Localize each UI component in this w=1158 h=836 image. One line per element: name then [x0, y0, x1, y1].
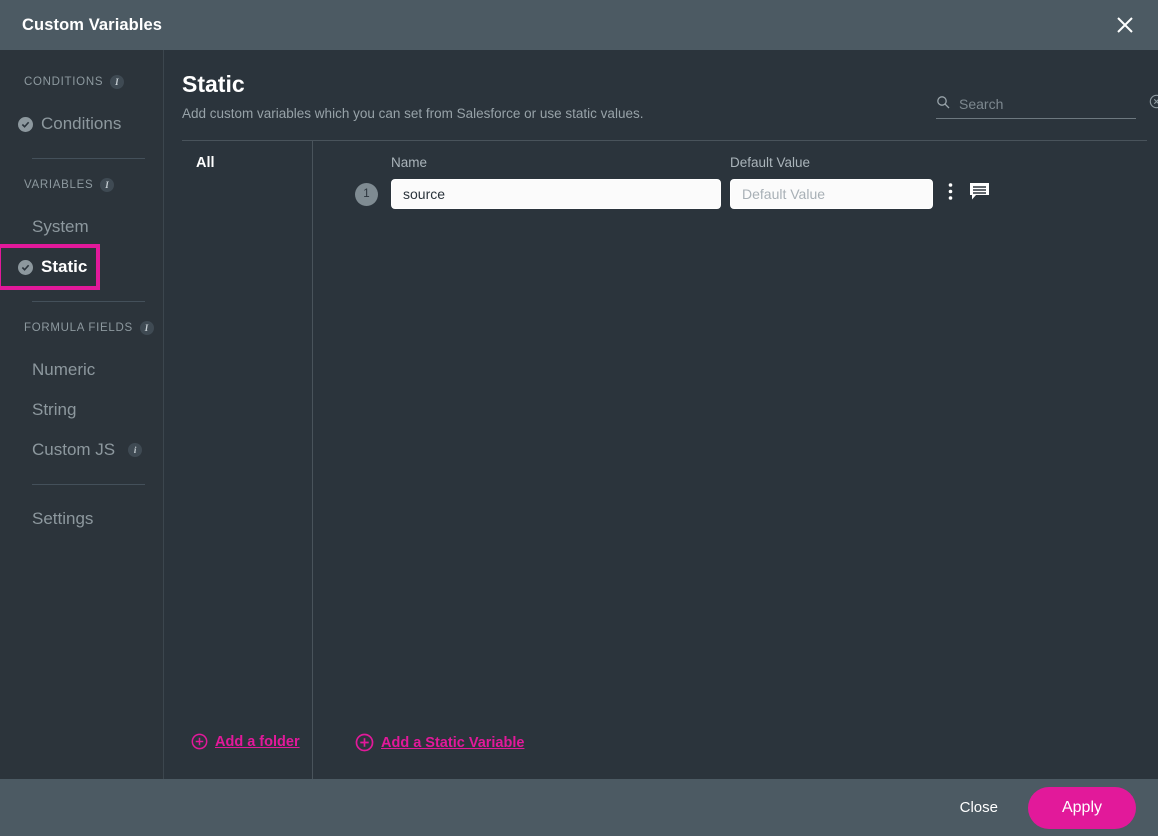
- dialog-footer: Close Apply: [0, 779, 1158, 836]
- sidebar-item-label: String: [32, 400, 76, 420]
- folder-column: All Add a folder: [182, 141, 313, 779]
- sidebar-group-conditions: CONDITIONS i: [0, 70, 163, 94]
- sidebar-item-label: Static: [41, 257, 87, 277]
- folder-item-all[interactable]: All: [182, 155, 312, 171]
- dialog-body: CONDITIONS i Conditions VARIABLES i Syst…: [0, 50, 1158, 779]
- apply-button[interactable]: Apply: [1028, 787, 1136, 829]
- table-row: 1: [355, 179, 1147, 209]
- sidebar: CONDITIONS i Conditions VARIABLES i Syst…: [0, 50, 164, 779]
- close-button[interactable]: Close: [944, 789, 1014, 826]
- sidebar-item-custom-js[interactable]: Custom JS i: [0, 430, 163, 470]
- custom-variables-dialog: Custom Variables CONDITIONS i Conditions: [0, 0, 1158, 836]
- variable-name-input[interactable]: [391, 179, 721, 209]
- sidebar-group-formula-fields: FORMULA FIELDS i: [0, 316, 163, 340]
- sidebar-item-settings[interactable]: Settings: [0, 499, 163, 539]
- add-static-variable-label: Add a Static Variable: [381, 735, 524, 751]
- dialog-title: Custom Variables: [22, 16, 162, 35]
- sidebar-group-label: CONDITIONS: [24, 76, 103, 88]
- sidebar-item-label: System: [32, 217, 89, 237]
- sidebar-divider: [32, 484, 145, 485]
- variable-default-value-input[interactable]: [730, 179, 933, 209]
- main-header-text: Static Add custom variables which you ca…: [182, 72, 643, 121]
- sidebar-divider: [32, 301, 145, 302]
- column-name-header: Name: [391, 155, 721, 170]
- sidebar-divider: [32, 158, 145, 159]
- close-icon[interactable]: [1106, 6, 1144, 44]
- info-icon[interactable]: i: [100, 178, 114, 192]
- sidebar-group-label: FORMULA FIELDS: [24, 322, 133, 334]
- add-static-variable-link[interactable]: Add a Static Variable: [355, 733, 524, 752]
- add-folder-label: Add a folder: [215, 734, 300, 750]
- page-subtitle: Add custom variables which you can set f…: [182, 106, 643, 121]
- table-footer: Add a Static Variable: [355, 733, 1147, 779]
- search-icon: [936, 95, 950, 114]
- sidebar-group-variables: VARIABLES i: [0, 173, 163, 197]
- sidebar-item-system[interactable]: System: [0, 207, 163, 247]
- search-box[interactable]: [936, 94, 1136, 119]
- page-title: Static: [182, 72, 643, 97]
- info-icon[interactable]: i: [110, 75, 124, 89]
- sidebar-group-label: VARIABLES: [24, 179, 93, 191]
- content-columns: All Add a folder: [182, 141, 1147, 779]
- search-input[interactable]: [959, 96, 1140, 112]
- dialog-titlebar: Custom Variables: [0, 0, 1158, 50]
- column-default-value-header: Default Value: [730, 155, 933, 170]
- sidebar-item-label: Numeric: [32, 360, 95, 380]
- check-icon: [18, 260, 33, 275]
- row-actions: [948, 182, 990, 206]
- row-index-badge: 1: [355, 183, 378, 206]
- variables-table: Name Default Value 1: [313, 141, 1147, 779]
- sidebar-item-static[interactable]: Static: [0, 247, 97, 287]
- sidebar-item-label: Settings: [32, 509, 93, 529]
- sidebar-item-numeric[interactable]: Numeric: [0, 350, 163, 390]
- sidebar-item-label: Conditions: [41, 114, 121, 134]
- sidebar-item-string[interactable]: String: [0, 390, 163, 430]
- info-icon[interactable]: i: [128, 443, 142, 457]
- sidebar-item-conditions[interactable]: Conditions: [0, 104, 163, 144]
- clear-circle-icon[interactable]: [1149, 94, 1158, 114]
- main-panel: Static Add custom variables which you ca…: [164, 50, 1158, 779]
- add-folder-link[interactable]: Add a folder: [191, 733, 300, 750]
- comment-icon[interactable]: [969, 182, 990, 206]
- check-icon: [18, 117, 33, 132]
- more-vertical-icon[interactable]: [948, 182, 953, 206]
- folder-footer: Add a folder: [182, 733, 312, 779]
- info-icon[interactable]: i: [140, 321, 154, 335]
- sidebar-item-label: Custom JS: [32, 440, 115, 460]
- main-header: Static Add custom variables which you ca…: [164, 50, 1147, 121]
- table-header-row: Name Default Value: [355, 155, 1147, 170]
